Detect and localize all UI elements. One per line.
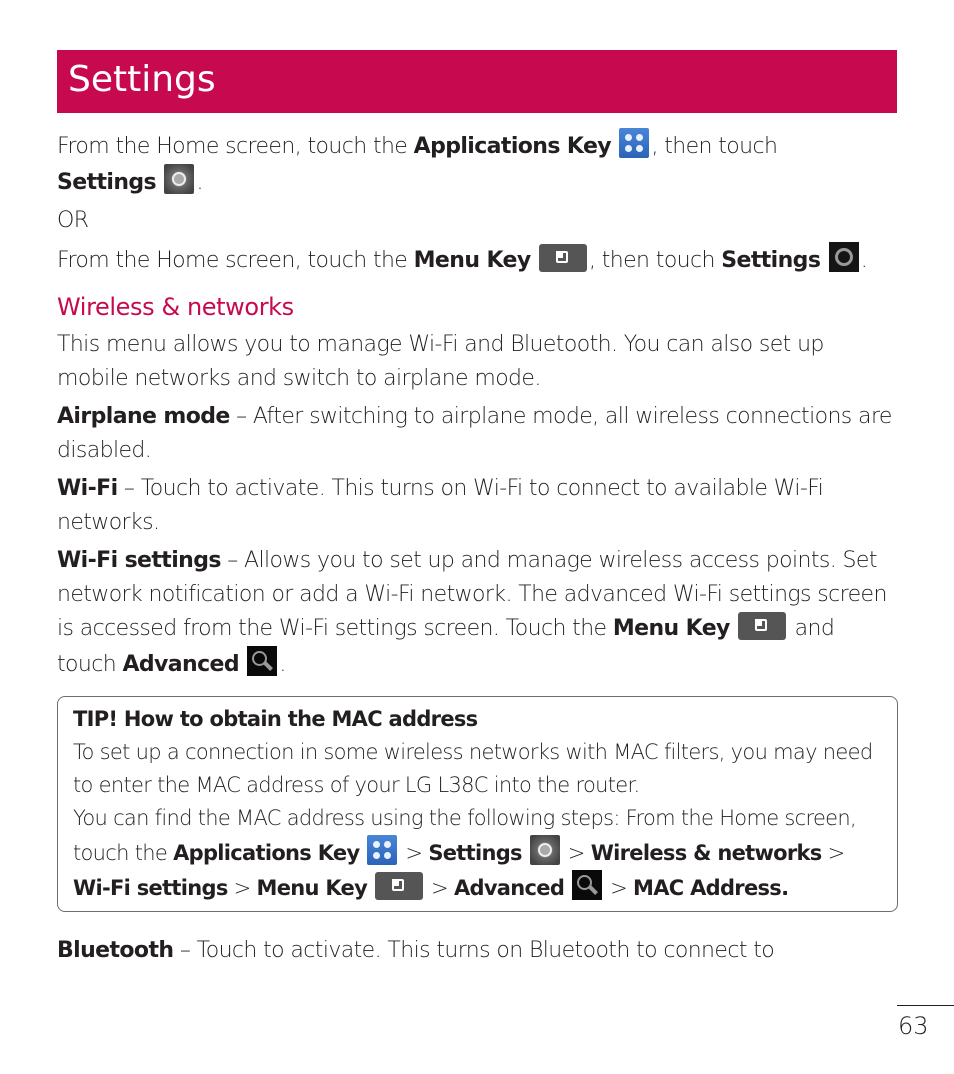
intro-paragraph-2: From the Home screen, touch the Menu Key… (57, 242, 897, 278)
settings-gear-icon (164, 164, 195, 194)
applications-key-icon (619, 128, 650, 158)
airplane-mode-item: Airplane mode – After switching to airpl… (57, 400, 897, 468)
wireless-networks-label: Wireless & networks (590, 841, 823, 865)
intro-paragraph-1: From the Home screen, touch the Applicat… (57, 128, 897, 200)
menu-key-icon (738, 612, 787, 640)
page-content: From the Home screen, touch the Applicat… (57, 128, 898, 968)
settings-icon (828, 242, 859, 272)
wifi-settings-label: Wi-Fi settings (73, 876, 228, 900)
tip-paragraph-1: To set up a connection in some wireless … (73, 740, 873, 797)
text: , then touch (651, 134, 778, 159)
definition: – Touch to activate. This turns on Bluet… (173, 938, 775, 963)
tip-box: TIP! How to obtain the MAC address To se… (57, 696, 898, 912)
term: Bluetooth (57, 938, 174, 963)
bluetooth-item: Bluetooth – Touch to activate. This turn… (57, 934, 897, 968)
tip-title: TIP! How to obtain the MAC address (73, 707, 478, 731)
separator: > (561, 841, 591, 865)
wifi-settings-item: Wi-Fi settings – Allows you to set up an… (57, 544, 897, 682)
text: . (196, 170, 203, 195)
page-number-rule (897, 1005, 954, 1006)
menu-key-label: Menu Key (612, 616, 731, 641)
advanced-label: Advanced (122, 652, 240, 677)
text: From the Home screen, touch the (57, 248, 414, 273)
text: , then touch (588, 248, 722, 273)
applications-key-label: Applications Key (173, 841, 360, 865)
applications-key-icon (367, 835, 398, 865)
term: Airplane mode (57, 404, 230, 429)
text: . (279, 652, 286, 677)
advanced-wrench-icon (247, 646, 278, 676)
tip-paragraph-2: You can find the MAC address using the f… (73, 802, 883, 905)
separator: > (227, 876, 257, 900)
advanced-wrench-icon (572, 870, 603, 900)
wireless-networks-heading: Wireless & networks (57, 293, 294, 321)
or-text: OR (57, 208, 89, 233)
menu-key-icon (538, 244, 587, 272)
menu-key-label: Menu Key (413, 248, 532, 273)
text: From the Home screen, touch the (57, 134, 414, 159)
definition: – Touch to activate. This turns on Wi-Fi… (57, 476, 824, 535)
separator: > (399, 841, 429, 865)
mac-address-label: MAC Address. (633, 876, 789, 900)
settings-label: Settings (721, 248, 821, 273)
wifi-item: Wi-Fi – Touch to activate. This turns on… (57, 472, 897, 540)
separator: > (821, 841, 846, 865)
applications-key-label: Applications Key (413, 134, 612, 159)
term: Wi-Fi (57, 476, 118, 501)
advanced-label: Advanced (453, 876, 565, 900)
settings-label: Settings (428, 841, 522, 865)
settings-gear-icon (529, 835, 560, 865)
separator: > (425, 876, 454, 900)
separator: > (604, 876, 633, 900)
wireless-description: This menu allows you to manage Wi-Fi and… (57, 332, 824, 391)
term: Wi-Fi settings (57, 548, 221, 573)
menu-key-label: Menu Key (256, 876, 368, 900)
page-number: 63 (898, 1012, 929, 1040)
section-header-bar: Settings (57, 50, 897, 113)
page-title: Settings (68, 59, 216, 100)
menu-key-icon (375, 872, 424, 900)
text: . (860, 248, 868, 273)
settings-label: Settings (57, 170, 157, 195)
